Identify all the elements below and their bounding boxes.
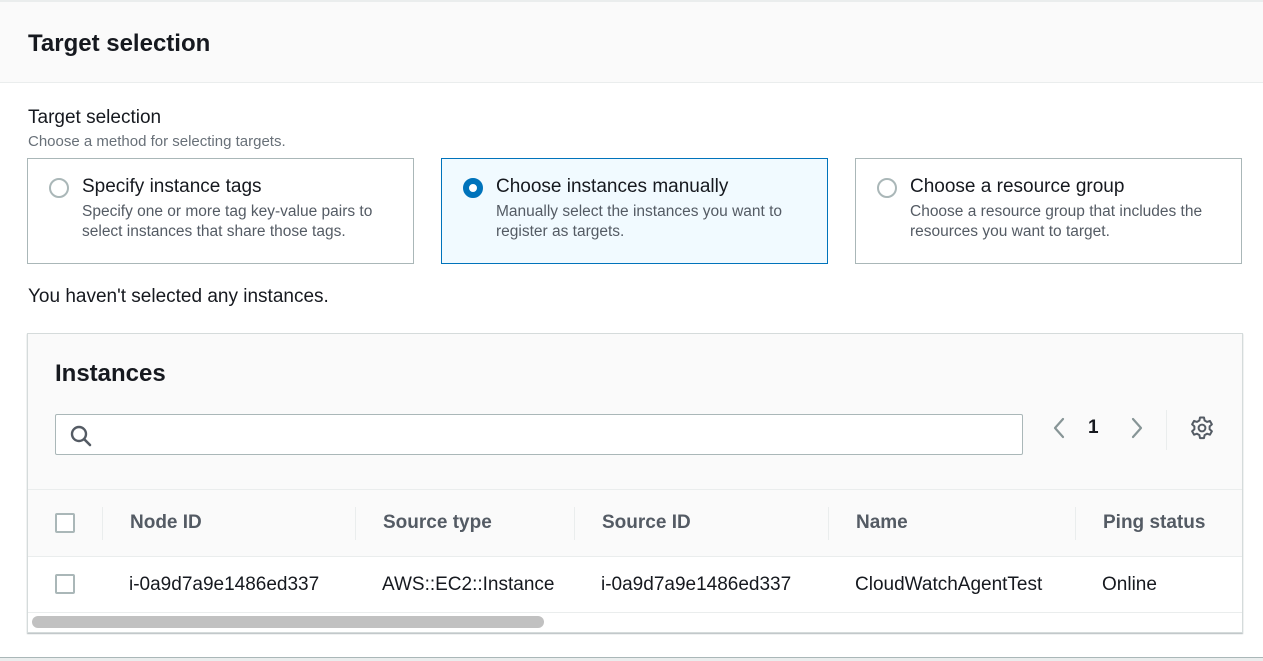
column-divider [102, 507, 103, 540]
option-choose-resource-group[interactable]: Choose a resource group Choose a resourc… [855, 158, 1242, 264]
search-icon [70, 425, 92, 447]
radio-button[interactable] [49, 178, 69, 198]
option-description: Manually select the instances you want t… [496, 203, 783, 240]
column-divider [828, 507, 829, 540]
container-bottom-border [0, 657, 1263, 661]
option-description: Choose a resource group that includes th… [910, 203, 1203, 240]
search-input[interactable] [104, 415, 1014, 454]
chevron-right-icon[interactable] [1125, 414, 1149, 442]
cell-name: CloudWatchAgentTest [855, 574, 1043, 595]
row-checkbox[interactable] [55, 574, 75, 594]
horizontal-scrollbar[interactable] [32, 616, 544, 628]
cell-ping-status: Online [1102, 574, 1157, 595]
instances-table-panel: Instances 1 Node ID Source type Source I… [27, 333, 1243, 633]
select-all-checkbox[interactable] [55, 513, 75, 533]
column-divider [355, 507, 356, 540]
section-title: Target selection [28, 30, 211, 57]
search-field[interactable] [55, 414, 1023, 455]
column-header-source-type[interactable]: Source type [383, 512, 492, 534]
column-header-name[interactable]: Name [856, 512, 908, 534]
radio-button-selected[interactable] [463, 178, 483, 198]
column-header-node-id[interactable]: Node ID [130, 512, 202, 534]
selection-notice: You haven't selected any instances. [28, 286, 329, 307]
cell-node-id: i-0a9d7a9e1486ed337 [129, 574, 320, 595]
container-header: Target selection [0, 0, 1263, 83]
field-label: Target selection [28, 107, 162, 128]
column-header-source-id[interactable]: Source ID [602, 512, 691, 534]
table-row[interactable]: i-0a9d7a9e1486ed337 AWS::EC2::Instance i… [28, 557, 1242, 613]
column-header-ping-status[interactable]: Ping status [1103, 512, 1205, 534]
option-title: Choose a resource group [910, 176, 1125, 197]
gear-icon[interactable] [1189, 415, 1215, 441]
table-header-row: Node ID Source type Source ID Name Ping … [28, 490, 1242, 557]
table-header-area: Instances 1 [28, 334, 1242, 490]
table-title: Instances [55, 360, 166, 387]
column-divider [574, 507, 575, 540]
field-description: Choose a method for selecting targets. [28, 133, 286, 150]
radio-button[interactable] [877, 178, 897, 198]
option-specify-instance-tags[interactable]: Specify instance tags Specify one or mor… [27, 158, 414, 264]
page-number[interactable]: 1 [1088, 417, 1099, 439]
chevron-left-icon[interactable] [1047, 414, 1071, 442]
cell-source-id: i-0a9d7a9e1486ed337 [601, 574, 792, 595]
divider [1166, 410, 1167, 450]
option-description: Specify one or more tag key-value pairs … [82, 203, 373, 240]
column-divider [1075, 507, 1076, 540]
cell-source-type: AWS::EC2::Instance [382, 574, 555, 595]
option-title: Specify instance tags [82, 176, 262, 197]
option-choose-instances-manually[interactable]: Choose instances manually Manually selec… [441, 158, 828, 264]
option-title: Choose instances manually [496, 176, 729, 197]
